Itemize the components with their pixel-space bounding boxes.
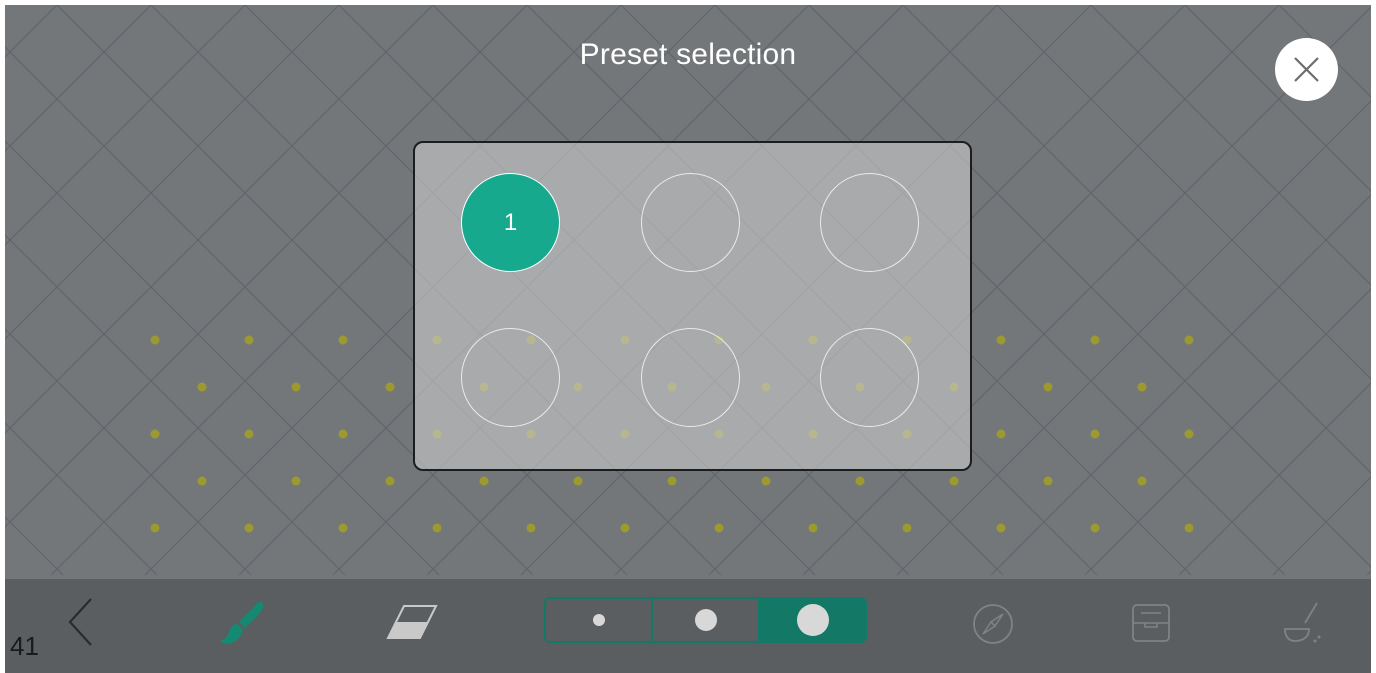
preset-panel: 1 bbox=[413, 141, 972, 471]
pattern-dot bbox=[197, 382, 207, 392]
brush-size-medium[interactable] bbox=[651, 599, 758, 641]
dialog-title: Preset selection bbox=[579, 38, 797, 71]
pattern-dot bbox=[1043, 476, 1053, 486]
pattern-dot bbox=[1184, 523, 1194, 533]
pattern-dot bbox=[1137, 382, 1147, 392]
preset-slot-5[interactable] bbox=[641, 328, 740, 427]
pattern-dot bbox=[996, 429, 1006, 439]
pattern-dot bbox=[996, 335, 1006, 345]
pattern-dot bbox=[479, 476, 489, 486]
pattern-dot bbox=[291, 476, 301, 486]
pattern-dot bbox=[855, 476, 865, 486]
broom-icon[interactable] bbox=[1283, 601, 1323, 645]
pattern-dot bbox=[808, 523, 818, 533]
pattern-dot bbox=[620, 523, 630, 533]
compass-icon[interactable] bbox=[972, 603, 1014, 645]
pattern-dot bbox=[573, 476, 583, 486]
preset-slot-3[interactable] bbox=[820, 173, 919, 272]
pattern-dot bbox=[338, 429, 348, 439]
pattern-dot bbox=[385, 382, 395, 392]
preset-slot-6[interactable] bbox=[820, 328, 919, 427]
pattern-dot bbox=[338, 335, 348, 345]
pattern-dot bbox=[1184, 335, 1194, 345]
pattern-dot bbox=[526, 523, 536, 533]
pattern-dot bbox=[667, 476, 677, 486]
preset-slot-2[interactable] bbox=[641, 173, 740, 272]
pattern-dot bbox=[244, 335, 254, 345]
pattern-dot bbox=[197, 476, 207, 486]
pattern-dot bbox=[996, 523, 1006, 533]
large-dot-icon bbox=[796, 604, 829, 636]
pattern-dot bbox=[1043, 382, 1053, 392]
small-dot-icon bbox=[592, 614, 605, 626]
page-number: 41 bbox=[10, 631, 39, 661]
pattern-dot bbox=[1090, 335, 1100, 345]
pattern-dot bbox=[761, 476, 771, 486]
pattern-dot bbox=[291, 382, 301, 392]
brush-size-selector bbox=[544, 597, 867, 643]
brush-size-large[interactable] bbox=[758, 599, 865, 641]
preset-slot-1[interactable]: 1 bbox=[461, 173, 560, 272]
canvas-area[interactable]: Preset selection 1 bbox=[5, 5, 1371, 673]
pattern-dot bbox=[244, 429, 254, 439]
brush-size-small[interactable] bbox=[546, 599, 651, 641]
pattern-dot bbox=[150, 335, 160, 345]
pattern-dot bbox=[432, 523, 442, 533]
pattern-dot bbox=[1090, 429, 1100, 439]
medium-dot-icon bbox=[694, 609, 717, 631]
paintbrush-icon[interactable] bbox=[219, 600, 267, 648]
pattern-dot bbox=[1090, 523, 1100, 533]
pattern-dot bbox=[1137, 476, 1147, 486]
archive-box-icon[interactable] bbox=[1131, 603, 1171, 643]
pattern-dot bbox=[338, 523, 348, 533]
pattern-dot bbox=[902, 523, 912, 533]
pattern-dot bbox=[150, 523, 160, 533]
pattern-dot bbox=[385, 476, 395, 486]
pattern-dot bbox=[714, 523, 724, 533]
preset-slot-4[interactable] bbox=[461, 328, 560, 427]
close-button[interactable] bbox=[1275, 38, 1338, 101]
eraser-icon[interactable] bbox=[386, 604, 438, 640]
pattern-dot bbox=[150, 429, 160, 439]
pattern-dot bbox=[244, 523, 254, 533]
back-chevron-icon[interactable] bbox=[67, 597, 95, 647]
close-icon bbox=[1294, 57, 1319, 82]
pattern-dot bbox=[949, 476, 959, 486]
pattern-dot bbox=[1184, 429, 1194, 439]
